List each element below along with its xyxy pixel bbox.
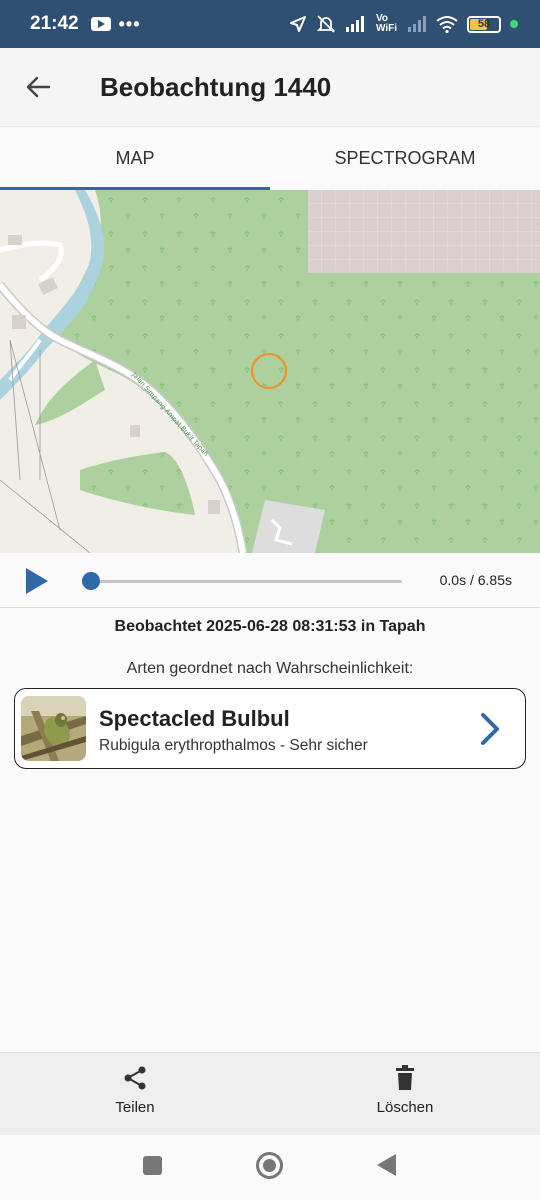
arrow-left-icon — [26, 76, 51, 98]
delete-label: Löschen — [376, 1099, 434, 1116]
signal-icon — [346, 16, 364, 32]
chevron-right-icon[interactable] — [477, 711, 503, 747]
tab-bar: MAP SPECTROGRAM — [0, 126, 540, 190]
page-title: Beobachtung 1440 — [100, 71, 332, 102]
mute-bell-icon — [316, 15, 336, 33]
audio-player: 0.0s / 6.85s — [0, 553, 540, 608]
home-icon[interactable] — [256, 1152, 283, 1179]
trash-icon — [396, 1065, 414, 1090]
status-icons: Vo WiFi 58 — [289, 14, 518, 34]
vowifi-label: Vo WiFi — [376, 13, 398, 34]
playback-track[interactable] — [90, 580, 402, 583]
status-bar: 21:42 ••• Vo WiFi 58 — [0, 0, 540, 48]
tab-spectrogram[interactable]: SPECTROGRAM — [270, 127, 540, 190]
back-triangle-icon[interactable] — [377, 1154, 396, 1176]
playback-time: 0.0s / 6.85s — [439, 572, 512, 588]
recent-apps-icon[interactable] — [143, 1156, 162, 1175]
observation-datetime: Beobachtet 2025-06-28 08:31:53 in Tapah — [114, 618, 426, 635]
map-canvas[interactable]: Jalan Simpang Ampat Bukit Tapah — [0, 190, 540, 553]
signal-off-icon — [408, 16, 426, 32]
app-bar: Beobachtung 1440 — [0, 48, 540, 126]
bottom-action-bar: Teilen Löschen — [0, 1052, 540, 1135]
delete-button[interactable]: Löschen — [335, 1065, 475, 1116]
privacy-indicator-icon — [510, 20, 518, 28]
playback-slider-thumb[interactable] — [82, 572, 100, 590]
status-time: 21:42 — [30, 13, 79, 34]
species-photo — [21, 696, 86, 761]
system-nav-bar — [0, 1135, 540, 1200]
play-icon[interactable] — [26, 568, 48, 594]
share-icon — [124, 1066, 146, 1090]
map-view[interactable]: Jalan Simpang Ampat Bukit Tapah — [0, 190, 540, 553]
share-button[interactable]: Teilen — [65, 1065, 205, 1116]
species-scientific-name: Rubigula erythropthalmos - Sehr sicher — [99, 737, 368, 754]
youtube-icon — [90, 17, 111, 31]
species-card[interactable]: Spectacled Bulbul Rubigula erythropthalm… — [14, 688, 526, 769]
battery-icon: 58 — [467, 15, 501, 33]
more-notifications-icon: ••• — [118, 13, 141, 34]
tab-map[interactable]: MAP — [0, 127, 270, 190]
species-list-header: Arten geordnet nach Wahrscheinlichkeit: — [126, 660, 414, 677]
battery-level: 58 — [477, 18, 491, 30]
share-label: Teilen — [115, 1099, 155, 1116]
species-common-name: Spectacled Bulbul — [99, 706, 290, 731]
back-button[interactable] — [0, 48, 76, 126]
location-icon — [290, 16, 306, 32]
wifi-icon — [436, 16, 458, 33]
